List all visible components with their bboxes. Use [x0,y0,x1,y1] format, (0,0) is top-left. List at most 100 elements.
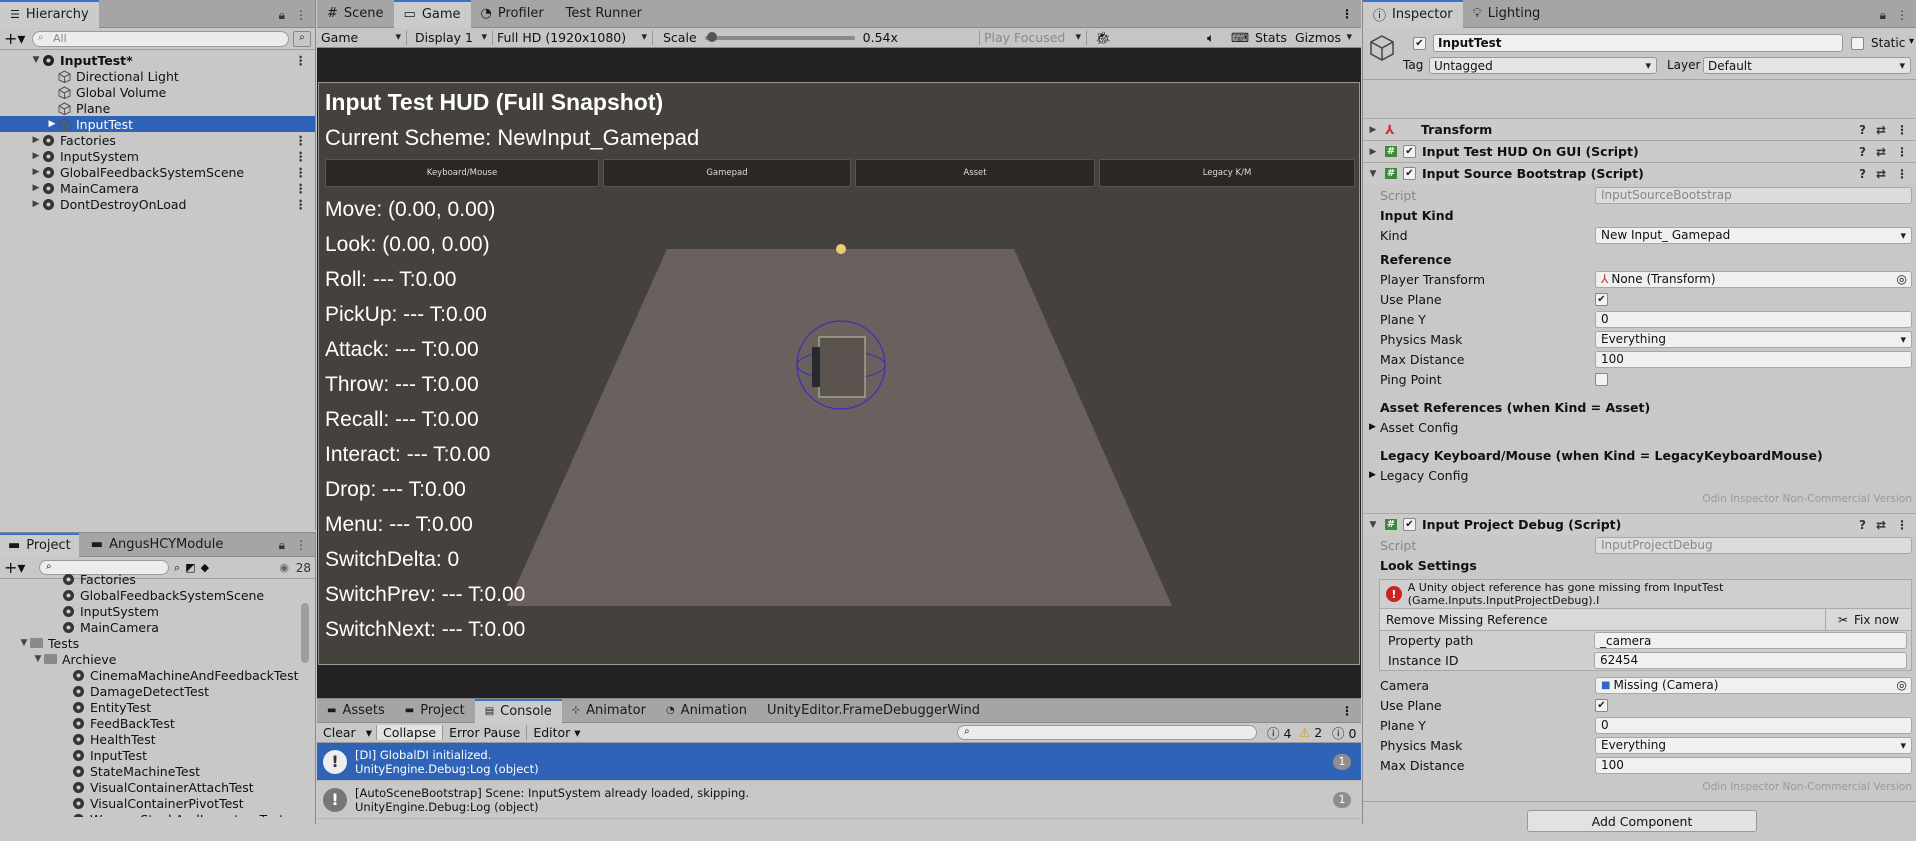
console-area-tab[interactable]: ⊹ Animator [562,699,656,723]
project-scene-item[interactable]: GlobalFeedbackSystemScene [0,587,315,603]
bug-icon[interactable]: 🐞︎ [1095,30,1111,46]
expand-arrow-icon[interactable]: ▶ [1367,125,1379,135]
expand-arrow-icon[interactable]: ▼ [18,638,30,648]
project-scene-item[interactable]: VisualContainerPivotTest [0,795,315,811]
clear-button[interactable]: Clear [317,725,362,740]
expand-arrow-icon[interactable]: ▼ [1367,520,1379,530]
hud-script-header[interactable]: ▶ # ✔ Input Test HUD On GUI (Script) ? ⇄ ⋮ [1363,140,1916,162]
component-enabled-checkbox[interactable]: ✔ [1403,518,1416,531]
hierarchy-scene-row[interactable]: ▶ MainCamera ⋮ [0,180,315,196]
kebab-icon[interactable]: ⋮ [1896,167,1908,181]
console-area-tab[interactable]: ◔ Animation [656,699,757,723]
lock-icon[interactable]: 🔒︎ [279,8,285,23]
expand-arrow-icon[interactable]: ▶ [46,119,58,129]
console-area-tab[interactable]: ▬ Assets [317,699,395,723]
kebab-icon[interactable]: ⋮ [295,165,308,180]
tab-scene[interactable]: # Scene [317,0,394,28]
project-folder-item[interactable]: ▼ Tests [0,635,315,651]
console-area-tab[interactable]: UnityEditor.FrameDebuggerWind [757,699,990,723]
kebab-icon[interactable]: ⋮ [1896,123,1908,137]
preset-icon[interactable]: ⇄ [1876,167,1886,181]
console-area-tab[interactable]: ▬ Project [395,699,475,723]
object-picker-icon[interactable]: ◎ [1897,678,1907,692]
kebab-icon[interactable]: ⋮ [295,8,307,23]
kebab-icon[interactable]: ⋮ [295,133,308,148]
object-picker-icon[interactable]: ◎ [1897,272,1907,286]
kebab-icon[interactable]: ⋮ [1896,145,1908,159]
debug-script-header[interactable]: ▼ # ✔ Input Project Debug (Script) ? ⇄ ⋮ [1363,513,1916,535]
search-scope-icon[interactable]: ⌕ [293,30,311,47]
tab-game[interactable]: ▭ Game [393,0,471,28]
project-scene-item[interactable]: EntityTest [0,699,315,715]
kebab-icon[interactable]: ⋮ [1341,704,1353,718]
collapse-toggle[interactable]: Collapse [376,725,444,740]
camera-field[interactable]: ■ Missing (Camera) ◎ [1595,676,1912,694]
hierarchy-item[interactable]: ▶ InputTest [0,116,315,132]
expand-arrow-icon[interactable]: ▶ [1369,470,1376,480]
plane-y-field[interactable]: 0 [1595,310,1912,328]
asset-config-foldout[interactable]: ▶ Asset Config [1363,417,1916,437]
kebab-icon[interactable]: ⋮ [1896,8,1908,23]
scale-slider-knob[interactable] [707,31,718,42]
console-log-entry[interactable]: ! [AutoSceneBootstrap] Scene: InputSystem… [317,781,1361,819]
expand-arrow-icon[interactable]: ▶ [1367,147,1379,157]
game-viewport[interactable]: Input Test HUD (Full Snapshot) Current S… [317,49,1361,698]
console-log-entry[interactable]: ! [DI] GlobalDI initialized. UnityEngine.D… [317,743,1361,781]
project-scrollbar[interactable] [301,603,309,663]
expand-arrow-icon[interactable]: ▶ [30,183,42,193]
max-distance-field[interactable]: 100 [1595,350,1912,368]
console-search-input[interactable]: ⌕ [957,725,1257,740]
preset-icon[interactable]: ⇄ [1876,518,1886,532]
player-transform-field[interactable]: ⅄ None (Transform) ◎ [1595,270,1912,288]
hierarchy-item[interactable]: Plane [0,100,315,116]
kebab-icon[interactable]: ⋮ [1341,7,1353,21]
project-scene-item[interactable]: HealthTest [0,731,315,747]
help-icon[interactable]: ? [1859,145,1866,159]
hierarchy-scene-row[interactable]: ▼ InputTest* ⋮ [0,52,315,68]
lock-icon[interactable]: 🔒︎ [279,538,285,553]
hud-scheme-button[interactable]: Gamepad [603,159,851,187]
display-dropdown[interactable]: Display 1 [407,30,493,45]
tab-angus-module[interactable]: ▬ AngusHCYModule [79,533,236,557]
debug-physics-mask-dropdown[interactable]: Everything [1595,736,1912,754]
component-enabled-checkbox[interactable]: ✔ [1403,167,1416,180]
error-pause-toggle[interactable]: Error Pause [443,725,528,740]
help-icon[interactable]: ? [1859,167,1866,181]
hud-scheme-button[interactable]: Keyboard/Mouse [325,159,599,187]
tab-inspector[interactable]: ⓘ Inspector [1363,0,1463,28]
project-scene-item[interactable]: CinemaMachineAndFeedbackTest [0,667,315,683]
transform-header[interactable]: ▶ ⅄ Transform ? ⇄ ⋮ [1363,118,1916,140]
help-icon[interactable]: ? [1859,123,1866,137]
hierarchy-scene-row[interactable]: ▶ InputSystem ⋮ [0,148,315,164]
tab-lighting[interactable]: 💡︎ Lighting [1463,0,1551,28]
component-enabled-checkbox[interactable]: ✔ [1403,145,1416,158]
tag-dropdown[interactable]: Untagged [1429,57,1657,74]
kebab-icon[interactable]: ⋮ [295,538,307,553]
project-scene-item[interactable]: Factories [0,571,315,587]
play-mode-dropdown[interactable]: Play Focused [979,30,1087,45]
tab-test-runner[interactable]: Test Runner [554,0,654,28]
project-folder-item[interactable]: ▼ Archieve [0,651,315,667]
kebab-icon[interactable]: ⋮ [295,181,308,196]
tab-profiler[interactable]: ◔ Profiler [471,0,554,28]
fix-now-button[interactable]: ✂ Fix now [1825,609,1911,630]
gizmos-dropdown[interactable]: Gizmos [1295,30,1357,45]
expand-arrow-icon[interactable]: ▼ [32,654,44,664]
tab-hierarchy[interactable]: ☰ Hierarchy [0,0,99,28]
project-scene-item[interactable]: VisualContainerAttachTest [0,779,315,795]
expand-arrow-icon[interactable]: ▶ [30,135,42,145]
tab-project[interactable]: ▬ Project [0,532,79,557]
hierarchy-search-input[interactable]: ⌕ All [32,30,289,47]
add-icon[interactable]: +▾ [4,29,28,48]
physics-mask-dropdown[interactable]: Everything [1595,330,1912,348]
expand-arrow-icon[interactable]: ▶ [30,167,42,177]
project-scene-item[interactable]: InputSystem [0,603,315,619]
kebab-icon[interactable]: ⋮ [295,197,308,212]
hierarchy-item[interactable]: Directional Light [0,68,315,84]
legacy-config-foldout[interactable]: ▶ Legacy Config [1363,465,1916,485]
console-area-tab[interactable]: ▤ Console [474,698,562,723]
hierarchy-item[interactable]: Global Volume [0,84,315,100]
kebab-icon[interactable]: ⋮ [295,53,308,68]
hierarchy-scene-row[interactable]: ▶ GlobalFeedbackSystemScene ⋮ [0,164,315,180]
editor-dropdown[interactable]: Editor ▾ [527,725,586,740]
